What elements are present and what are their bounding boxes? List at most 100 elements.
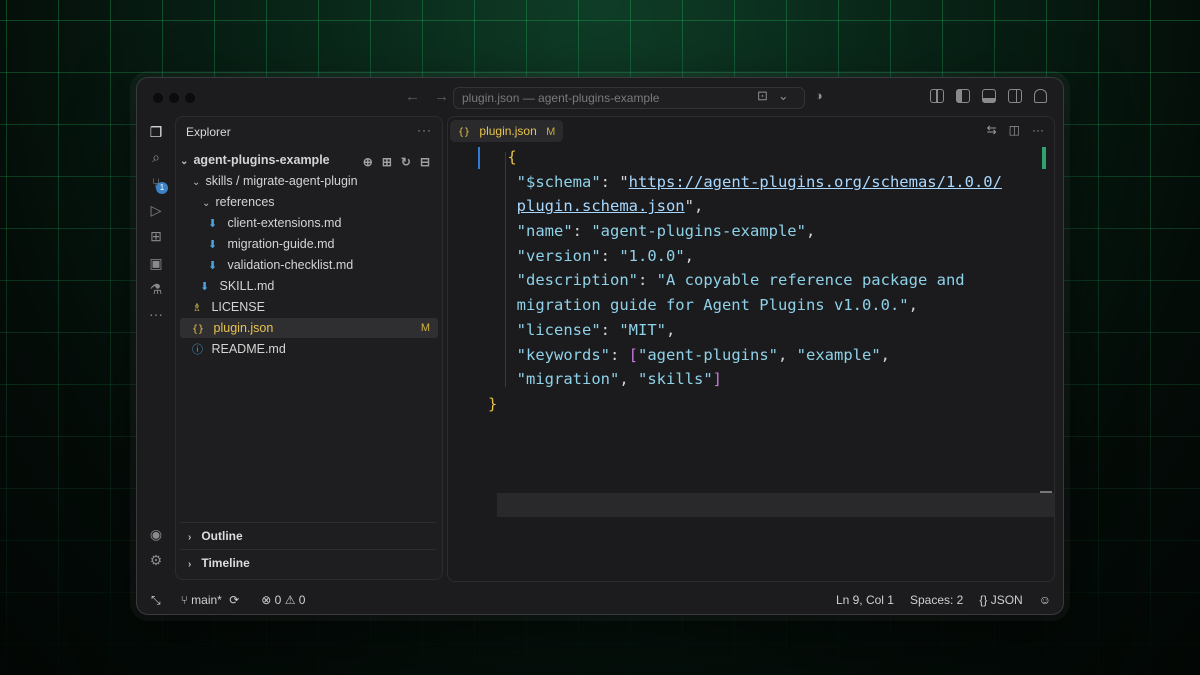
command-center[interactable]: plugin.json — agent-plugins-example	[453, 87, 805, 109]
layout-controls	[930, 89, 1047, 103]
markdown-icon: ⬇	[208, 218, 218, 230]
toggle-secondary-sidebar-icon[interactable]	[1008, 89, 1022, 103]
cursor-position[interactable]: Ln 9, Col 1	[836, 584, 894, 614]
run-debug-icon[interactable]: ▷	[148, 202, 164, 218]
extensions-icon[interactable]: ⊞	[148, 228, 164, 244]
tree-item-validation-checklist[interactable]: ⬇ validation-checklist.md	[180, 255, 438, 275]
tree-item-skill-md[interactable]: ⬇ SKILL.md	[180, 276, 438, 296]
indentation[interactable]: Spaces: 2	[910, 584, 963, 614]
tree-item-client-extensions[interactable]: ⬇ client-extensions.md	[180, 213, 438, 233]
explorer-title: Explorer	[186, 125, 231, 139]
chevron-down-icon: ⌄	[192, 177, 201, 188]
code-line: migration guide for Agent Plugins v1.0.0…	[516, 296, 918, 315]
markdown-icon: ⬇	[200, 281, 210, 293]
chat-icon[interactable]: ⊡	[757, 88, 768, 104]
explorer-more-actions[interactable]: ···	[417, 123, 432, 137]
tree-item-readme[interactable]: ⓘ README.md	[180, 339, 438, 359]
code-token: "$schema"	[516, 172, 601, 191]
sync-icon: ⟳	[229, 593, 240, 607]
copilot-icon[interactable]: ◑	[815, 88, 823, 104]
testing-flask-icon[interactable]: ⚗	[148, 281, 164, 297]
editor-more-actions[interactable]: ···	[1032, 123, 1044, 137]
tab-modified-indicator: M	[546, 126, 556, 138]
timeline-section[interactable]: › Timeline	[180, 549, 436, 575]
code-line: plugin.schema.json",	[516, 197, 704, 216]
tree-item-references-folder[interactable]: ⌄ references	[180, 192, 438, 212]
code-token: "MIT"	[619, 320, 667, 339]
zoom-window-button[interactable]	[185, 93, 195, 103]
explorer-icon[interactable]: ❐	[148, 124, 164, 140]
remote-indicator-icon[interactable]: ⤡	[151, 584, 161, 614]
toggle-primary-sidebar-icon[interactable]	[956, 89, 970, 103]
markdown-icon: ⬇	[208, 260, 218, 272]
toggle-panel-icon[interactable]	[982, 89, 996, 103]
code-token: }	[488, 394, 498, 413]
code-token: "keywords"	[516, 345, 610, 364]
language-label: JSON	[990, 593, 1023, 607]
code-line: "$schema": "https://agent-plugins.org/sc…	[516, 172, 1002, 191]
chevron-right-icon: ›	[188, 559, 192, 570]
code-token: "description"	[516, 271, 638, 290]
schema-link[interactable]: https://agent-plugins.org/schemas/1.0.0/	[629, 173, 1002, 191]
forward-arrow-icon[interactable]: →	[434, 88, 449, 105]
root-folder-label: agent-plugins-example	[193, 153, 330, 167]
code-line: "description": "A copyable reference pac…	[516, 271, 965, 290]
new-file-icon[interactable]: ⊕	[363, 152, 373, 172]
tree-item-label: skills / migrate-agent-plugin	[205, 174, 358, 188]
back-arrow-icon[interactable]: ←	[405, 88, 420, 105]
code-editor: {} plugin.json M ⇆ ◫ ··· { "$schema": "h…	[447, 116, 1055, 582]
close-window-button[interactable]	[153, 93, 163, 103]
more-views[interactable]: ···	[148, 306, 164, 322]
code-token: "migration"	[516, 370, 620, 389]
tree-item-skills-folder[interactable]: ⌄ skills / migrate-agent-plugin	[180, 171, 438, 191]
code-token: "agent-plugins-example"	[591, 222, 806, 241]
collapse-all-icon[interactable]: ⊟	[420, 152, 430, 172]
remote-explorer-icon[interactable]: ▣	[148, 255, 164, 271]
problems-status[interactable]: ⊗ 0 ⚠ 0	[261, 584, 305, 614]
json-braces-icon: {}	[458, 127, 471, 138]
tab-plugin-json[interactable]: {} plugin.json M	[450, 120, 564, 142]
code-token: {	[507, 148, 517, 166]
activity-bar: ❐ ⌕ ⑂ 1 ▷ ⊞ ▣ ⚗ ··· ◉ ⚙	[137, 116, 175, 578]
editor-actions: ⇆ ◫ ···	[987, 123, 1044, 137]
tree-root-folder[interactable]: ⌄ agent-plugins-example ⊕ ⊞ ↻ ⊟	[180, 150, 438, 170]
settings-gear-icon[interactable]: ⚙	[148, 552, 164, 568]
navigation-arrows: ← →	[405, 88, 449, 105]
code-line: "version": "1.0.0",	[516, 246, 695, 265]
notifications-bell-icon[interactable]	[1034, 89, 1047, 103]
branch-name: main*	[191, 593, 222, 607]
tree-item-plugin-json[interactable]: {} plugin.json M	[180, 318, 438, 338]
branch-status[interactable]: ⑂ main* ⟳	[181, 584, 240, 614]
current-line-highlight	[497, 493, 1054, 517]
tree-item-label: references	[215, 195, 275, 209]
copilot-status-icon[interactable]: ☺	[1039, 584, 1051, 614]
tree-item-migration-guide[interactable]: ⬇ migration-guide.md	[180, 234, 438, 254]
language-mode[interactable]: {} JSON	[979, 584, 1023, 614]
account-icon[interactable]: ◉	[148, 526, 164, 542]
json-braces-icon: {}	[192, 324, 205, 335]
search-icon[interactable]: ⌕	[148, 149, 164, 165]
customize-layout-icon[interactable]	[930, 89, 944, 103]
split-editor-icon[interactable]: ◫	[1009, 123, 1020, 137]
chevron-down-icon[interactable]: ⌄	[778, 88, 789, 104]
tree-item-license[interactable]: ♗ LICENSE	[180, 297, 438, 317]
change-indicator	[478, 147, 480, 169]
code-line: "name": "agent-plugins-example",	[516, 222, 816, 241]
outline-section[interactable]: › Outline	[180, 522, 436, 548]
tree-item-label: validation-checklist.md	[227, 258, 354, 272]
code-token: "example"	[796, 345, 881, 364]
tree-item-label: LICENSE	[211, 300, 265, 314]
tree-item-label: client-extensions.md	[227, 216, 342, 230]
tree-item-label: README.md	[211, 342, 286, 356]
code-content[interactable]: { "$schema": "https://agent-plugins.org/…	[488, 145, 1043, 417]
status-bar: ⤡ ⑂ main* ⟳ ⊗ 0 ⚠ 0 Ln 9, Col 1 Spaces: …	[137, 584, 1063, 614]
schema-link[interactable]: plugin.schema.json	[517, 197, 685, 215]
title-center-icons: ⊡ ⌄ ◑	[757, 88, 823, 104]
compare-changes-icon[interactable]: ⇆	[987, 123, 997, 137]
scrollbar-thumb[interactable]	[1040, 491, 1052, 493]
code-token: "name"	[516, 222, 573, 241]
license-icon: ♗	[192, 302, 202, 314]
minimize-window-button[interactable]	[169, 93, 179, 103]
new-folder-icon[interactable]: ⊞	[382, 152, 392, 172]
refresh-icon[interactable]: ↻	[401, 152, 411, 172]
